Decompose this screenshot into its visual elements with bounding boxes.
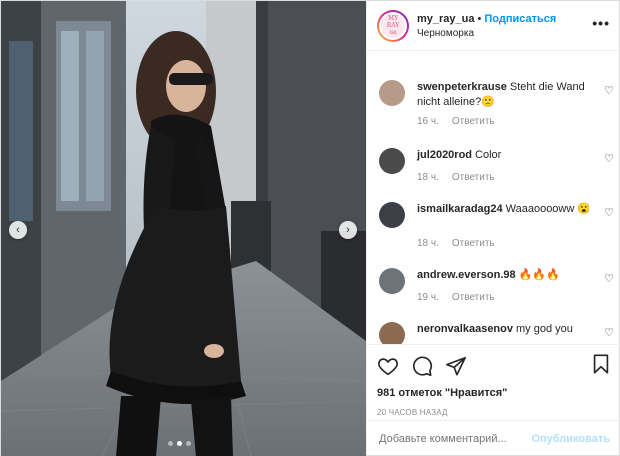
follow-button[interactable]: Подписаться	[484, 13, 556, 25]
photo-illustration	[1, 1, 366, 456]
likes-count[interactable]: 981 отметок "Нравится"	[377, 387, 612, 399]
carousel-dot-active	[177, 441, 182, 446]
bookmark-icon[interactable]	[590, 353, 612, 375]
dot-separator: •	[477, 12, 482, 25]
comment-username[interactable]: neronvalkaasenov	[417, 323, 513, 335]
comment-text: Waaaooooww 😮😊🔥🔥😁😁😁	[505, 203, 589, 215]
comment-username[interactable]: jul2020rod	[417, 149, 472, 161]
commenter-avatar[interactable]	[379, 268, 405, 294]
comment-item: swenpeterkrause Steht die Wand nicht alle…	[379, 80, 614, 127]
comment-meta: 18 ч. Ответить	[417, 238, 614, 249]
brand-logo: MY RAY ua	[381, 13, 405, 38]
comment-body: neronvalkaasenov my god you	[417, 322, 589, 337]
heart-icon[interactable]: ♡	[604, 84, 614, 97]
avatar-frame: MY RAY ua	[379, 11, 407, 40]
chevron-right-icon: ›	[346, 224, 350, 236]
logo-text-line2: ua	[389, 29, 397, 36]
share-paper-plane-icon[interactable]	[445, 355, 467, 377]
commenter-avatar[interactable]	[379, 202, 405, 228]
comment-meta: 19 ч. Ответить	[417, 292, 614, 303]
heart-icon[interactable]: ♡	[604, 272, 614, 285]
comment-item: andrew.everson.98 🔥🔥🔥 19 ч. Ответить ♡	[379, 268, 614, 303]
action-icons	[377, 353, 612, 379]
header-text: my_ray_ua • Подписаться Черноморка	[417, 13, 556, 39]
commenter-avatar[interactable]	[379, 322, 405, 344]
add-comment-bar: Опубликовать	[367, 420, 620, 456]
post-details-pane: MY RAY ua my_ray_ua • Подписаться Черномо…	[366, 1, 620, 456]
heart-icon[interactable]: ♡	[604, 152, 614, 165]
carousel-dot	[168, 441, 173, 446]
comment-item: jul2020rod Color 18 ч. Ответить ♡	[379, 148, 614, 183]
comment-body: ismailkaradag24Waaaooooww 😮😊🔥🔥😁😁😁	[417, 202, 589, 217]
reply-button[interactable]: Ответить	[452, 238, 495, 249]
post-actions: 981 отметок "Нравится" 20 ЧАСОВ НАЗАД	[367, 344, 620, 417]
reply-button[interactable]: Ответить	[452, 116, 495, 127]
post-photo[interactable]: ‹ ›	[1, 1, 366, 456]
comment-text: my god you	[516, 323, 573, 335]
more-options-icon[interactable]: •••	[592, 15, 610, 31]
logo-text: MY RAY ua	[381, 15, 405, 36]
comment-username[interactable]: andrew.everson.98	[417, 269, 516, 281]
publish-button[interactable]: Опубликовать	[531, 433, 610, 445]
comment-time[interactable]: 19 ч.	[417, 292, 439, 303]
carousel-indicator	[168, 441, 191, 446]
comment-text: Color	[475, 149, 502, 161]
comments-list: swenpeterkrause Steht die Wand nicht alle…	[367, 52, 620, 344]
heart-icon[interactable]: ♡	[604, 326, 614, 339]
commenter-avatar[interactable]	[379, 148, 405, 174]
post-header: MY RAY ua my_ray_ua • Подписаться Черномо…	[367, 1, 620, 51]
comment-body: andrew.everson.98 🔥🔥🔥	[417, 268, 589, 283]
comment-bubble-icon[interactable]	[411, 355, 433, 377]
comment-item: ismailkaradag24Waaaooooww 😮😊🔥🔥😁😁😁 18 ч. О…	[379, 202, 614, 249]
comment-username[interactable]: ismailkaradag24	[417, 203, 503, 215]
comment-username[interactable]: swenpeterkrause	[417, 81, 507, 93]
profile-avatar[interactable]: MY RAY ua	[377, 9, 409, 42]
logo-text-line1: MY RAY	[386, 15, 400, 29]
header-row: my_ray_ua • Подписаться	[417, 13, 556, 25]
reply-button[interactable]: Ответить	[452, 292, 495, 303]
instagram-post: ‹ › MY RAY ua my_ray_ua • Подписаться Че…	[0, 0, 620, 456]
carousel-dot	[186, 441, 191, 446]
comment-input[interactable]	[379, 433, 529, 445]
like-heart-icon[interactable]	[377, 355, 399, 377]
post-timestamp[interactable]: 20 ЧАСОВ НАЗАД	[377, 408, 612, 417]
comment-time[interactable]: 16 ч.	[417, 116, 439, 127]
comment-meta: 18 ч. Ответить	[417, 172, 614, 183]
comment-time[interactable]: 18 ч.	[417, 172, 439, 183]
heart-icon[interactable]: ♡	[604, 206, 614, 219]
commenter-avatar[interactable]	[379, 80, 405, 106]
next-slide-button[interactable]: ›	[339, 221, 357, 239]
comment-item: neronvalkaasenov my god you ♡	[379, 322, 614, 344]
reply-button[interactable]: Ответить	[452, 172, 495, 183]
comment-body: swenpeterkrause Steht die Wand nicht alle…	[417, 80, 589, 110]
comment-text: 🔥🔥🔥	[518, 269, 560, 281]
comment-meta: 16 ч. Ответить	[417, 116, 614, 127]
comment-body: jul2020rod Color	[417, 148, 589, 163]
comment-time[interactable]: 18 ч.	[417, 238, 439, 249]
location-link[interactable]: Черноморка	[417, 28, 556, 39]
username-link[interactable]: my_ray_ua	[417, 13, 475, 25]
previous-slide-button[interactable]: ‹	[9, 221, 27, 239]
chevron-left-icon: ‹	[16, 224, 20, 236]
